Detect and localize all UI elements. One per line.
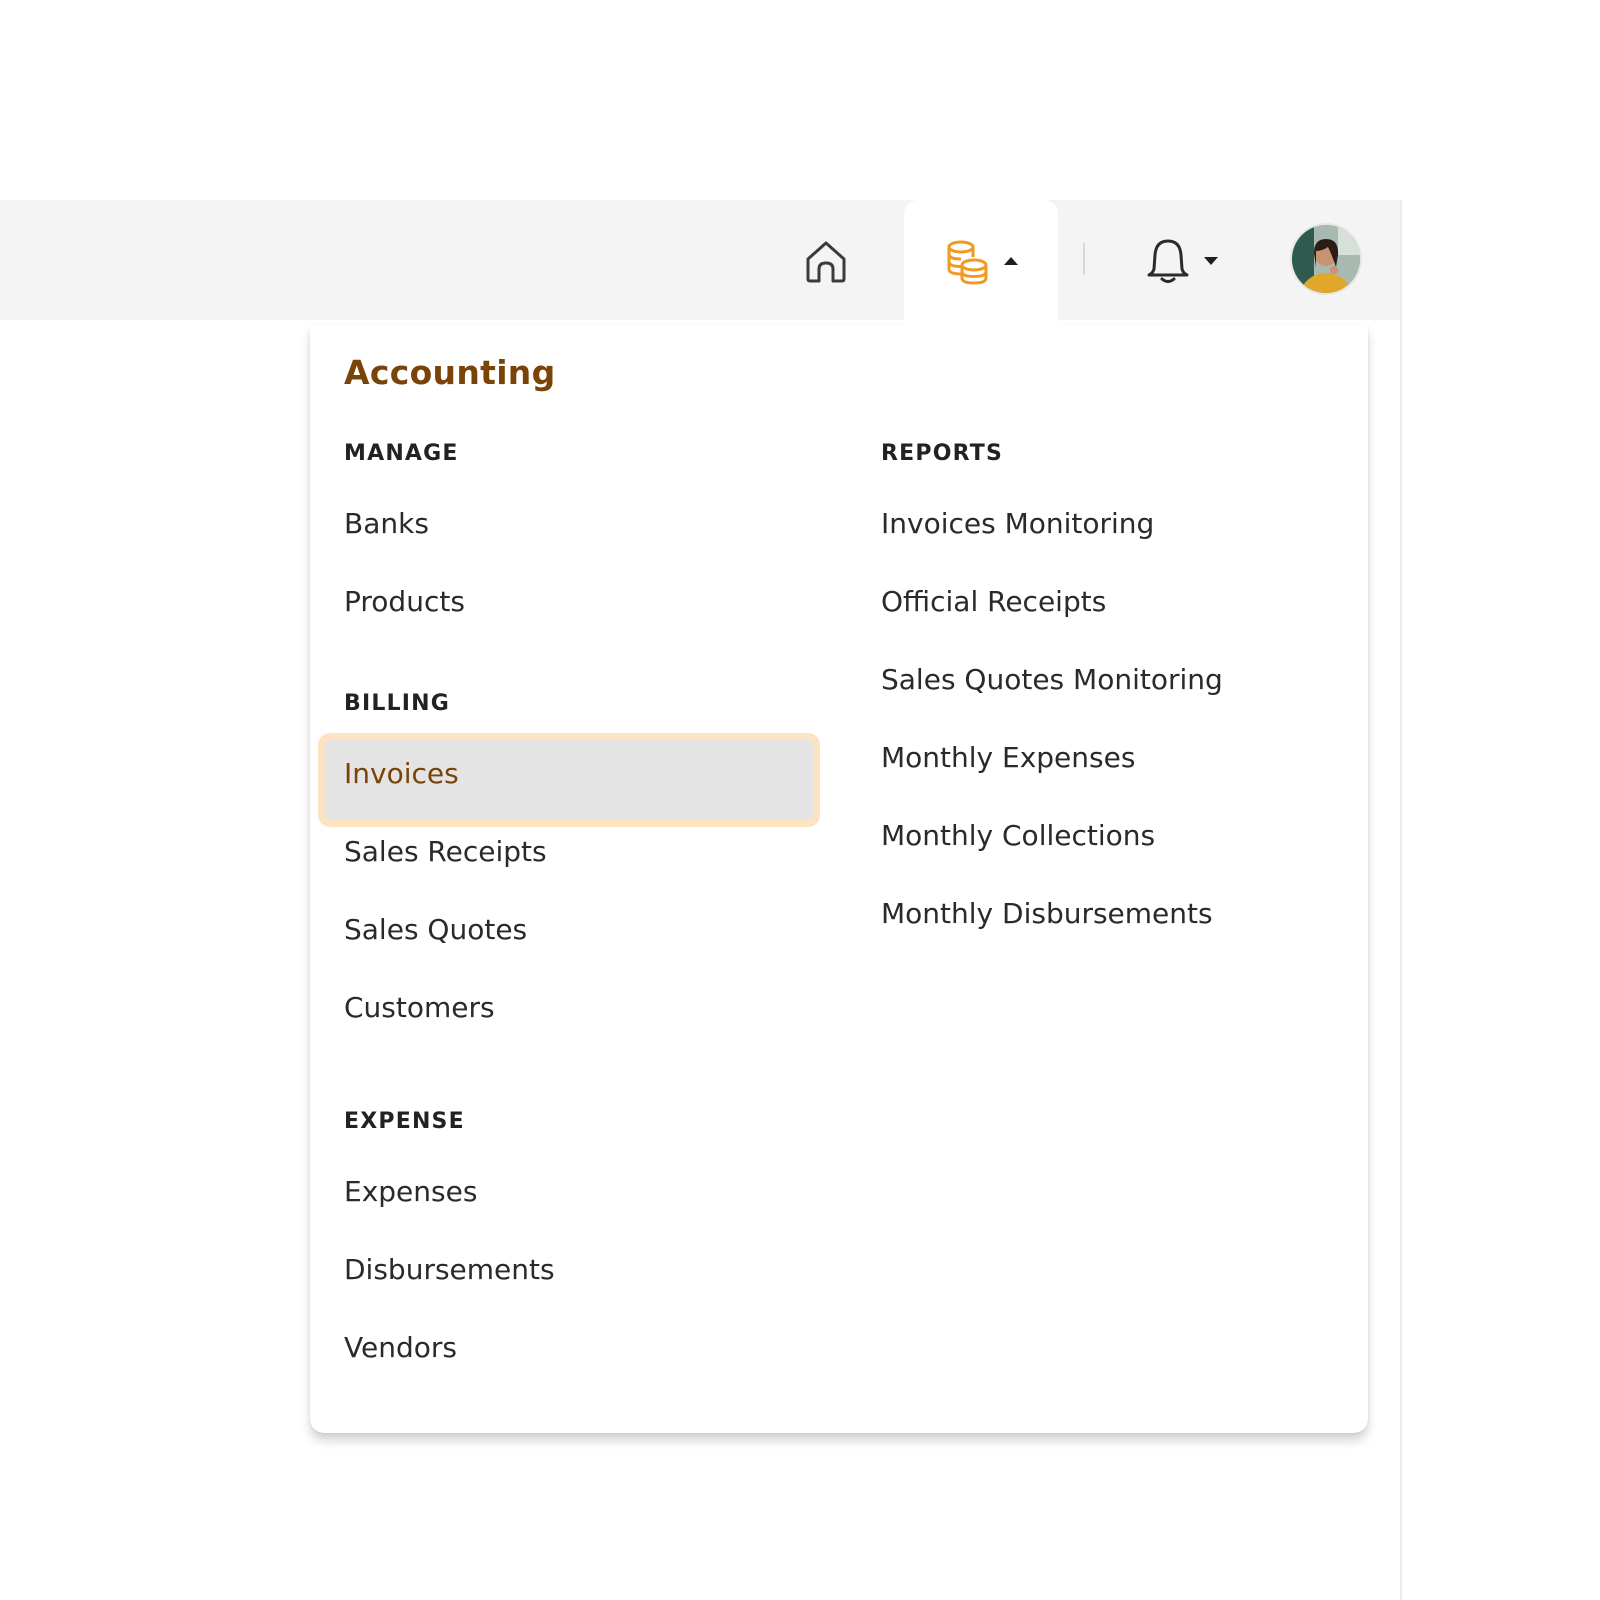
menu-item-label: Products (344, 585, 465, 618)
section-heading-reports: REPORTS (881, 441, 1003, 466)
menu-item-sales-quotes[interactable]: Sales Quotes (344, 891, 844, 969)
menu-item-label: Official Receipts (881, 585, 1107, 618)
menu-item-label: Expenses (344, 1175, 478, 1208)
menu-item-invoices[interactable]: Invoices (318, 733, 844, 827)
menu-item-customers[interactable]: Customers (344, 969, 844, 1047)
avatar-image (1292, 225, 1360, 293)
menu-item-vendors[interactable]: Vendors (344, 1309, 844, 1387)
section-reports: REPORTS Invoices Monitoring Official Rec… (881, 441, 1381, 953)
menu-item-label: Invoices Monitoring (881, 507, 1155, 540)
menu-item-invoices-monitoring[interactable]: Invoices Monitoring (881, 485, 1381, 563)
bell-icon (1147, 239, 1189, 283)
app-shell: Accounting MANAGE Banks Products BILLING… (0, 200, 1402, 1600)
menu-item-sales-receipts[interactable]: Sales Receipts (344, 813, 844, 891)
menu-item-disbursements[interactable]: Disbursements (344, 1231, 844, 1309)
dropdown-left-column: MANAGE Banks Products BILLING Invoices S… (318, 441, 844, 1387)
menu-item-label: Vendors (344, 1331, 457, 1364)
menu-item-label: Invoices (344, 757, 459, 790)
dropdown-title: Accounting (344, 353, 556, 392)
page: Accounting MANAGE Banks Products BILLING… (0, 0, 1600, 1600)
menu-item-banks[interactable]: Banks (344, 485, 844, 563)
section-heading-expense: EXPENSE (344, 1109, 465, 1134)
section-heading-manage: MANAGE (344, 441, 459, 466)
menu-item-label: Monthly Disbursements (881, 897, 1213, 930)
menu-item-sales-quotes-monitoring[interactable]: Sales Quotes Monitoring (881, 641, 1381, 719)
section-expense: EXPENSE Expenses Disbursements Vendors (344, 1109, 844, 1387)
coins-icon (947, 240, 988, 285)
menu-item-label: Disbursements (344, 1253, 555, 1286)
menu-item-label: Sales Quotes (344, 913, 528, 946)
section-manage: MANAGE Banks Products (344, 441, 844, 641)
menu-item-products[interactable]: Products (344, 563, 844, 641)
home-button[interactable] (800, 236, 852, 286)
menu-item-label: Monthly Collections (881, 819, 1156, 852)
accounting-dropdown: Accounting MANAGE Banks Products BILLING… (310, 325, 1368, 1433)
top-navbar (0, 200, 1400, 330)
caret-down-icon (1204, 257, 1218, 265)
menu-item-monthly-expenses[interactable]: Monthly Expenses (881, 719, 1381, 797)
caret-up-icon (1004, 257, 1018, 265)
menu-item-monthly-disbursements[interactable]: Monthly Disbursements (881, 875, 1381, 953)
menu-item-label: Banks (344, 507, 429, 540)
user-avatar[interactable] (1292, 225, 1360, 293)
menu-item-label: Monthly Expenses (881, 741, 1136, 774)
section-heading-billing: BILLING (344, 691, 451, 716)
menu-item-official-receipts[interactable]: Official Receipts (881, 563, 1381, 641)
home-icon (806, 241, 846, 283)
menu-item-label: Customers (344, 991, 495, 1024)
menu-item-label: Sales Receipts (344, 835, 547, 868)
menu-item-label: Sales Quotes Monitoring (881, 663, 1223, 696)
accounting-menu-button[interactable] (904, 200, 1058, 330)
menu-item-expenses[interactable]: Expenses (344, 1153, 844, 1231)
nav-divider (1083, 243, 1085, 275)
dropdown-right-column: REPORTS Invoices Monitoring Official Rec… (881, 441, 1381, 953)
section-billing: BILLING Invoices Sales Receipts Sales Qu… (318, 691, 844, 1047)
menu-item-monthly-collections[interactable]: Monthly Collections (881, 797, 1381, 875)
notifications-button[interactable] (1146, 236, 1218, 286)
